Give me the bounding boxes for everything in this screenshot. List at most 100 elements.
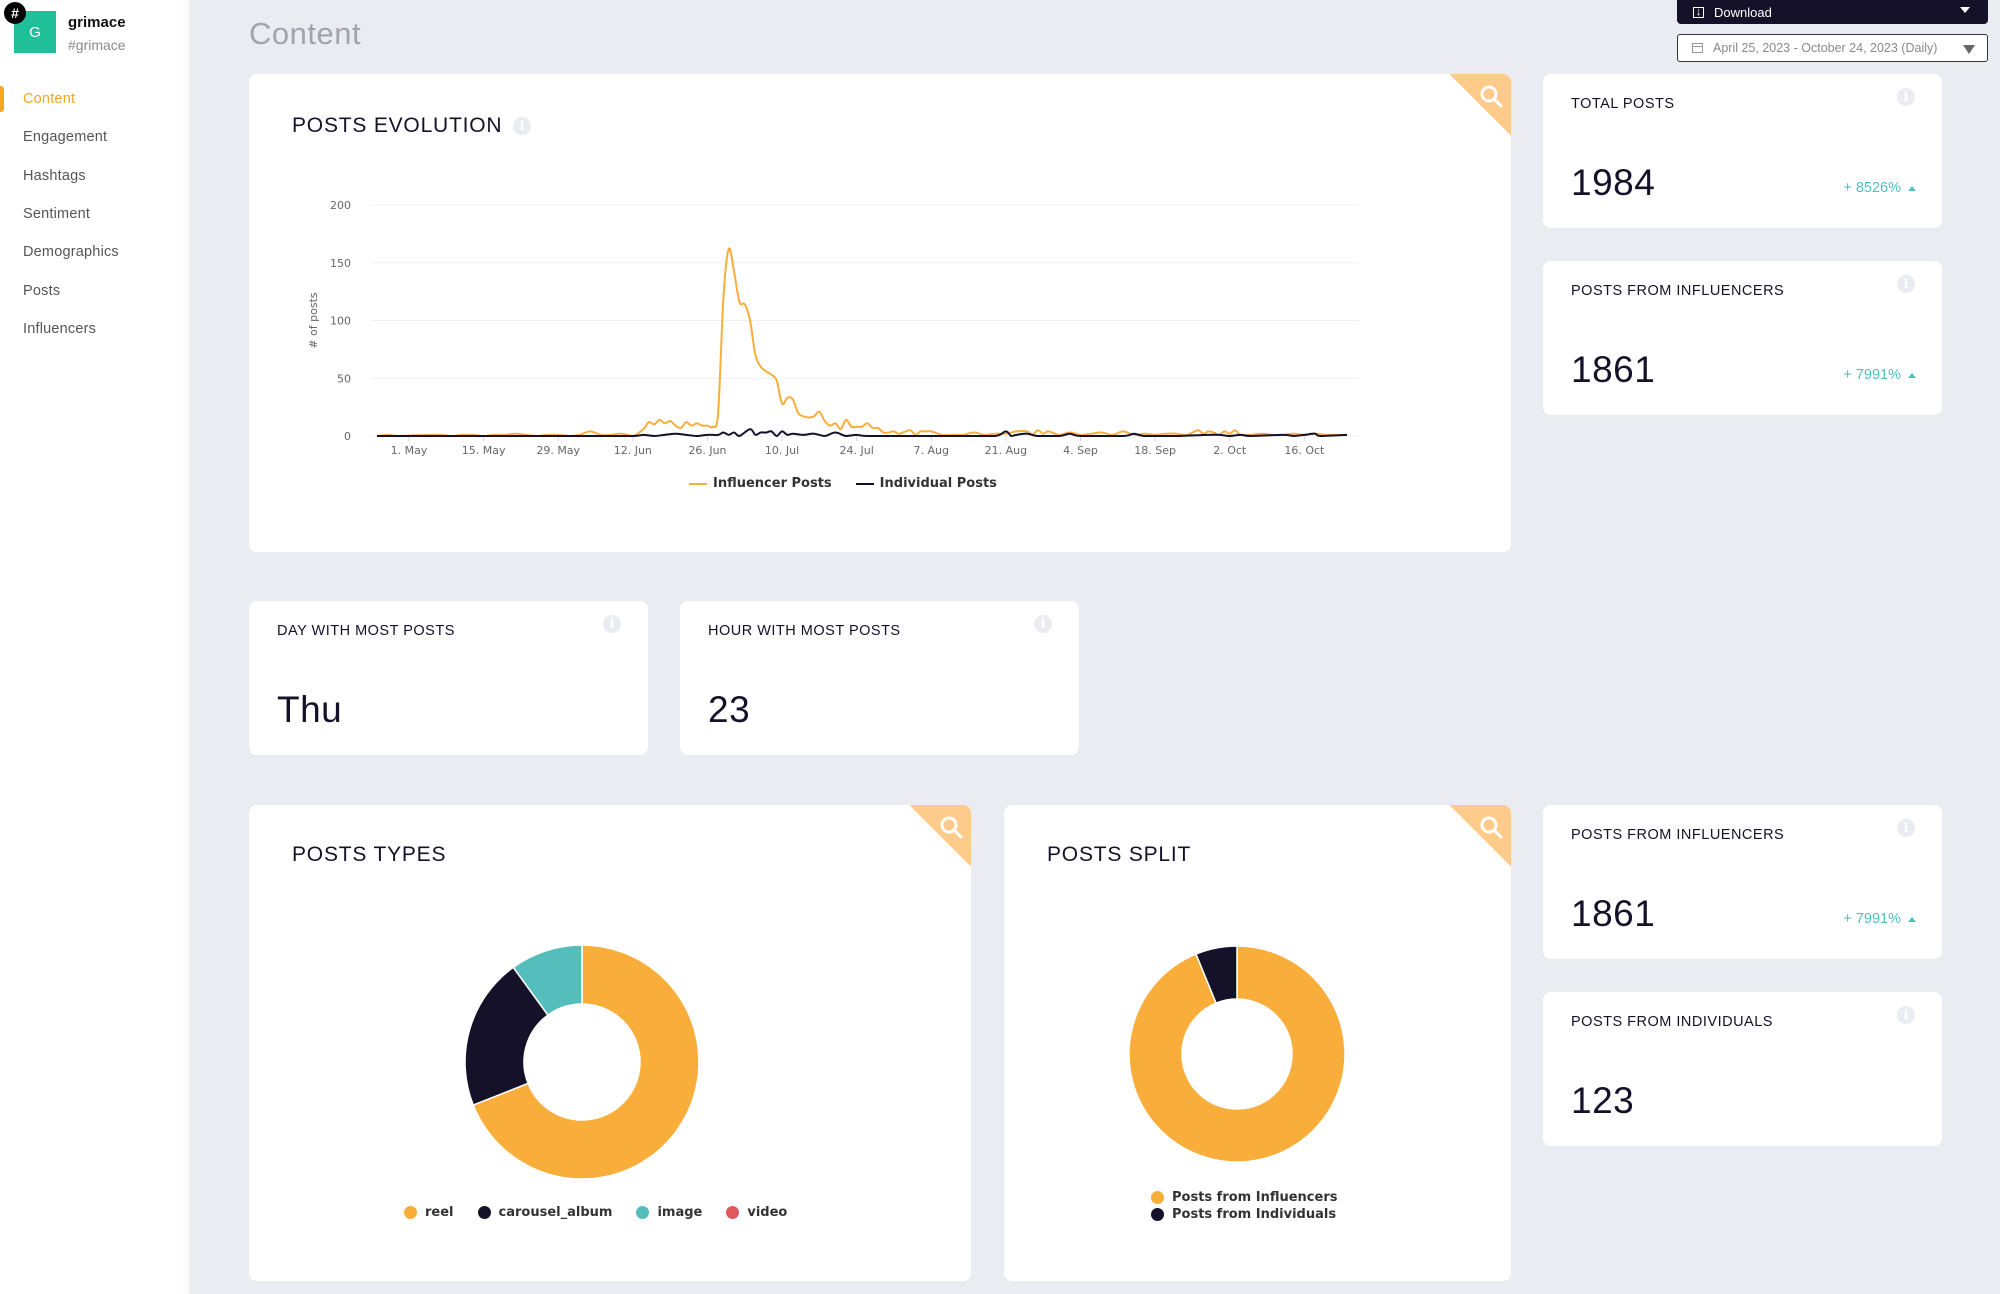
change-value: + 8526% — [1843, 180, 1901, 196]
legend-label: Posts from Individuals — [1172, 1207, 1337, 1222]
legend-label: video — [747, 1205, 788, 1220]
chevron-down-icon — [1960, 7, 1970, 13]
legend-item-image[interactable]: image — [636, 1205, 702, 1220]
x-tick-label: 7. Aug — [914, 444, 949, 457]
legend-item-influencers[interactable]: Posts from Influencers — [1151, 1190, 1337, 1205]
y-tick-label: 150 — [330, 257, 351, 270]
chart-legend: Posts from Influencers Posts from Indivi… — [1151, 1190, 1361, 1222]
info-icon[interactable]: i — [1897, 275, 1915, 293]
brand-name: grimace — [68, 14, 126, 31]
stat-change: + 7991% — [1843, 911, 1916, 927]
x-tick-label: 4. Sep — [1063, 444, 1098, 457]
sidebar-item-posts[interactable]: Posts — [0, 271, 190, 309]
sidebar-item-demographics[interactable]: Demographics — [0, 233, 190, 271]
legend-item-reel[interactable]: reel — [404, 1205, 454, 1220]
sidebar-item-engagement[interactable]: Engagement — [0, 118, 190, 156]
info-icon[interactable]: i — [1897, 88, 1915, 106]
posts-from-influencers-card: POSTS FROM INFLUENCERS i 1861 + 7991% — [1543, 261, 1942, 415]
chart-legend: Influencer Posts Individual Posts — [689, 476, 1021, 491]
x-tick-label: 21. Aug — [985, 444, 1027, 457]
stat-value: 123 — [1571, 1080, 1635, 1121]
x-tick-label: 15. May — [462, 444, 506, 457]
x-tick-label: 10. Jul — [765, 444, 799, 457]
x-tick-label: 18. Sep — [1134, 444, 1176, 457]
y-tick-label: 0 — [344, 430, 351, 443]
sidebar-item-hashtags[interactable]: Hashtags — [0, 157, 190, 195]
legend-label: carousel_album — [498, 1205, 613, 1220]
posts-types-card: POSTS TYPES reel carousel_album image vi… — [249, 805, 971, 1281]
stat-value: 1984 — [1571, 162, 1656, 203]
legend-label: Influencer Posts — [713, 476, 832, 491]
x-tick-label: 2. Oct — [1213, 444, 1247, 457]
download-button[interactable]: ↓ Download — [1677, 0, 1988, 24]
chart-legend: reel carousel_album image video — [404, 1205, 811, 1220]
sidebar: G # grimace #grimace Content Engagement … — [0, 0, 190, 1294]
stat-value: 1861 — [1571, 349, 1656, 390]
x-tick-label: 24. Jul — [840, 444, 874, 457]
posts-from-individuals-card: POSTS FROM INDIVIDUALS i 123 — [1543, 992, 1942, 1146]
y-tick-label: 50 — [337, 372, 351, 385]
influencer-posts-line — [376, 247, 1347, 437]
legend-item-video[interactable]: video — [726, 1205, 787, 1220]
stat-label: POSTS FROM INFLUENCERS — [1571, 827, 1785, 843]
legend-item-influencer-posts[interactable]: Influencer Posts — [689, 476, 832, 491]
download-label: Download — [1714, 4, 1772, 20]
x-tick-label: 12. Jun — [614, 444, 652, 457]
y-axis-label: # of posts — [307, 292, 320, 349]
chevron-down-icon — [1963, 45, 1975, 54]
posts-from-influencers-card: POSTS FROM INFLUENCERS i 1861 + 7991% — [1543, 805, 1942, 959]
date-range-value: April 25, 2023 - October 24, 2023 (Daily… — [1713, 41, 1938, 55]
y-tick-label: 100 — [330, 315, 351, 328]
sidebar-item-sentiment[interactable]: Sentiment — [0, 195, 190, 233]
legend-dot — [726, 1206, 740, 1219]
brand-initial: G — [29, 23, 41, 41]
hour-most-posts-card: HOUR WITH MOST POSTS i 23 — [680, 601, 1079, 755]
stat-label: HOUR WITH MOST POSTS — [708, 623, 901, 639]
download-icon: ↓ — [1693, 6, 1704, 18]
legend-swatch — [689, 482, 707, 485]
legend-dot — [404, 1206, 417, 1219]
stat-label: POSTS FROM INDIVIDUALS — [1571, 1014, 1773, 1030]
arrow-up-icon — [1908, 916, 1916, 922]
legend-label: reel — [425, 1205, 454, 1220]
posts-evolution-card: POSTS EVOLUTION i 0 50 100 150 200 # of posts… — [249, 74, 1511, 552]
arrow-up-icon — [1908, 185, 1916, 191]
stat-value: Thu — [277, 689, 343, 730]
change-value: + 7991% — [1843, 367, 1901, 383]
x-tick-label: 26. Jun — [688, 444, 726, 457]
page-title: Content — [249, 16, 362, 51]
stat-value: 1861 — [1571, 893, 1656, 934]
legend-dot — [636, 1206, 650, 1219]
stat-value: 23 — [708, 689, 751, 730]
sidebar-item-influencers[interactable]: Influencers — [0, 310, 190, 348]
legend-dot — [477, 1206, 491, 1219]
info-icon[interactable]: i — [1034, 615, 1052, 633]
legend-item-individuals[interactable]: Posts from Individuals — [1151, 1207, 1337, 1222]
arrow-up-icon — [1908, 372, 1916, 378]
stat-label: POSTS FROM INFLUENCERS — [1571, 283, 1785, 299]
change-value: + 7991% — [1843, 911, 1901, 927]
brand-handle: #grimace — [68, 37, 126, 53]
legend-item-individual-posts[interactable]: Individual Posts — [855, 476, 997, 491]
legend-item-carousel-album[interactable]: carousel_album — [477, 1205, 613, 1220]
sidebar-item-content[interactable]: Content — [0, 80, 190, 118]
sidebar-nav: Content Engagement Hashtags Sentiment De… — [0, 80, 190, 348]
legend-dot — [1151, 1191, 1164, 1204]
legend-label: image — [657, 1205, 703, 1220]
legend-label: Individual Posts — [879, 476, 997, 491]
x-tick-label: 16. Oct — [1284, 444, 1325, 457]
calendar-icon — [1692, 43, 1703, 53]
info-icon[interactable]: i — [603, 615, 621, 633]
info-icon[interactable]: i — [1897, 819, 1915, 837]
y-tick-label: 200 — [330, 199, 351, 212]
total-posts-card: TOTAL POSTS i 1984 + 8526% — [1543, 74, 1942, 228]
stat-change: + 8526% — [1843, 180, 1916, 196]
hashtag-icon: # — [4, 2, 26, 24]
brand-avatar: G # — [4, 2, 56, 53]
x-tick-label: 1. May — [391, 444, 428, 457]
stat-label: TOTAL POSTS — [1571, 96, 1675, 112]
stat-label: DAY WITH MOST POSTS — [277, 623, 455, 639]
posts-split-card: POSTS SPLIT Posts from Influencers Posts… — [1004, 805, 1511, 1281]
info-icon[interactable]: i — [1897, 1006, 1915, 1024]
date-range-select[interactable]: April 25, 2023 - October 24, 2023 (Daily… — [1677, 34, 1988, 62]
